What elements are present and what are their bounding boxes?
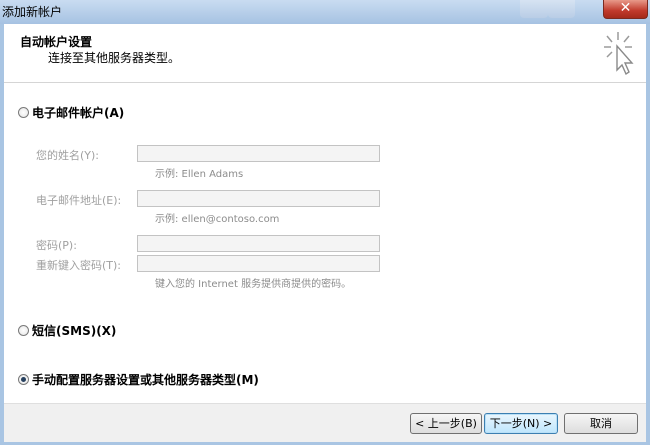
body-panel: 电子邮件帐户(A) 您的姓名(Y): 示例: Ellen Adams 电子邮件地… [4,83,646,403]
retype-password-hint: 键入您的 Internet 服务提供商提供的密码。 [155,279,352,290]
button-bar: < 上一步(B) 下一步(N) > 取消 [4,403,646,442]
name-input[interactable] [137,145,380,162]
close-button[interactable]: ✕ [603,0,648,19]
page-subtitle: 连接至其他服务器类型。 [48,51,181,65]
maximize-button[interactable] [548,0,575,18]
cancel-button[interactable]: 取消 [564,413,638,434]
name-hint: 示例: Ellen Adams [155,169,244,180]
email-input[interactable] [137,190,380,207]
manual-config-label: 手动配置服务器设置或其他服务器类型(M) [32,372,259,387]
sms-radio[interactable] [18,324,29,336]
sms-label: 短信(SMS)(X) [32,323,117,338]
close-icon: ✕ [619,0,632,16]
retype-password-label: 重新键入密码(T): [36,259,122,272]
option-sms[interactable]: 短信(SMS)(X) [18,322,116,338]
option-manual-config[interactable]: 手动配置服务器设置或其他服务器类型(M) [18,371,259,387]
cursor-sparkle-icon [604,32,634,76]
email-account-radio[interactable] [18,106,29,118]
retype-password-input[interactable] [137,255,380,272]
back-button[interactable]: < 上一步(B) [410,413,482,434]
title-bar[interactable]: 添加新帐户 ✕ [0,0,650,24]
option-email-account[interactable]: 电子邮件帐户(A) [18,104,124,120]
password-label: 密码(P): [36,239,77,252]
manual-config-radio[interactable] [18,373,29,385]
minimize-button[interactable] [520,0,548,18]
email-account-label: 电子邮件帐户(A) [32,105,125,120]
password-input[interactable] [137,235,380,252]
next-button[interactable]: 下一步(N) > [484,413,558,434]
name-label: 您的姓名(Y): [36,149,100,162]
email-label: 电子邮件地址(E): [36,194,122,207]
email-hint: 示例: ellen@contoso.com [155,214,280,225]
window-title: 添加新帐户 [2,5,63,19]
page-title: 自动帐户设置 [20,35,93,49]
add-account-dialog: 添加新帐户 ✕ 自动帐户设置 连接至其他服务器类型。 电子邮件帐户(A) 您的姓… [0,0,650,445]
header-panel: 自动帐户设置 连接至其他服务器类型。 [4,24,646,83]
